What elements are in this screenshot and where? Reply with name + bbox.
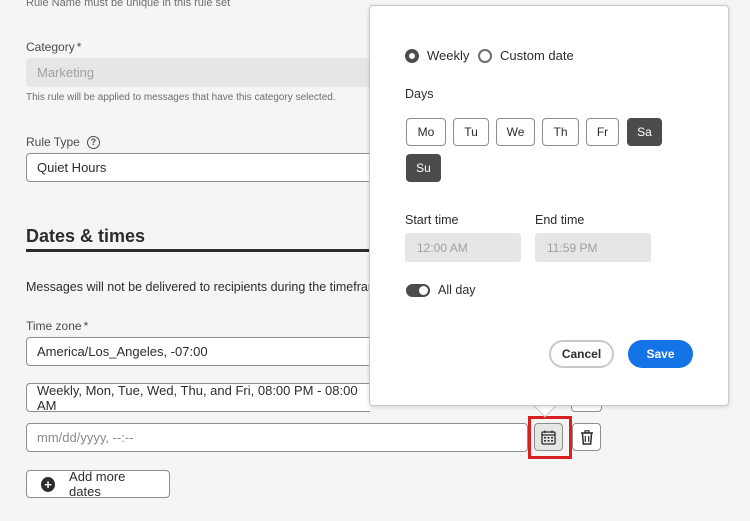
save-button[interactable]: Save (628, 340, 693, 368)
trash-icon (580, 429, 593, 445)
category-helper: This rule will be applied to messages th… (26, 92, 336, 103)
day-wednesday[interactable]: We (496, 118, 535, 146)
day-friday[interactable]: Fr (586, 118, 619, 146)
weekly-radio[interactable]: Weekly (405, 48, 469, 63)
day-sunday[interactable]: Su (406, 154, 441, 182)
all-day-label: All day (438, 283, 476, 297)
schedule-field[interactable]: Weekly, Mon, Tue, Wed, Thu, and Fri, 08:… (26, 383, 370, 413)
delete-button[interactable] (572, 423, 601, 451)
rule-type-label: Rule Type (26, 135, 80, 149)
all-day-toggle[interactable] (406, 284, 430, 297)
plus-icon: + (41, 476, 56, 492)
day-saturday[interactable]: Sa (627, 118, 662, 146)
dates-description: Messages will not be delivered to recipi… (26, 280, 402, 294)
required-mark: * (76, 40, 82, 54)
add-more-dates-label: Add more dates (69, 469, 126, 499)
section-divider (26, 249, 370, 252)
radio-checked-icon (405, 48, 419, 63)
start-time-field: 12:00 AM (405, 233, 521, 262)
category-label-group: Category * (26, 40, 81, 54)
end-time-label: End time (535, 213, 585, 227)
radio-unchecked-icon (478, 48, 492, 63)
days-label: Days (405, 87, 434, 101)
start-time-label: Start time (405, 213, 459, 227)
calendar-icon (541, 430, 556, 445)
timezone-label: Time zone (26, 319, 82, 333)
timezone-field[interactable]: America/Los_Angeles, -07:00 (26, 337, 370, 366)
dates-heading: Dates & times (26, 226, 146, 246)
add-more-dates-button[interactable]: + Add more dates (26, 469, 170, 499)
end-time-field: 11:59 PM (535, 233, 651, 262)
category-label: Category (26, 40, 75, 54)
rule-type-label-group: Rule Type ? (26, 135, 100, 149)
timezone-label-group: Time zone * (26, 319, 88, 333)
day-thursday[interactable]: Th (542, 118, 579, 146)
date-time-input[interactable]: mm/dd/yyyy, --:-- (26, 423, 528, 452)
rule-name-helper: Rule Name must be unique in this rule se… (26, 0, 231, 9)
day-monday[interactable]: Mo (406, 118, 446, 146)
cancel-button[interactable]: Cancel (549, 340, 614, 368)
weekly-label: Weekly (427, 48, 470, 63)
required-mark: * (83, 319, 89, 333)
day-tuesday[interactable]: Tu (453, 118, 489, 146)
rule-type-field[interactable]: Quiet Hours (26, 153, 370, 182)
help-icon[interactable]: ? (86, 135, 100, 149)
custom-date-radio[interactable]: Custom date (478, 48, 574, 63)
custom-date-label: Custom date (500, 48, 574, 63)
category-field: Marketing (26, 58, 370, 87)
calendar-button[interactable] (534, 423, 563, 451)
